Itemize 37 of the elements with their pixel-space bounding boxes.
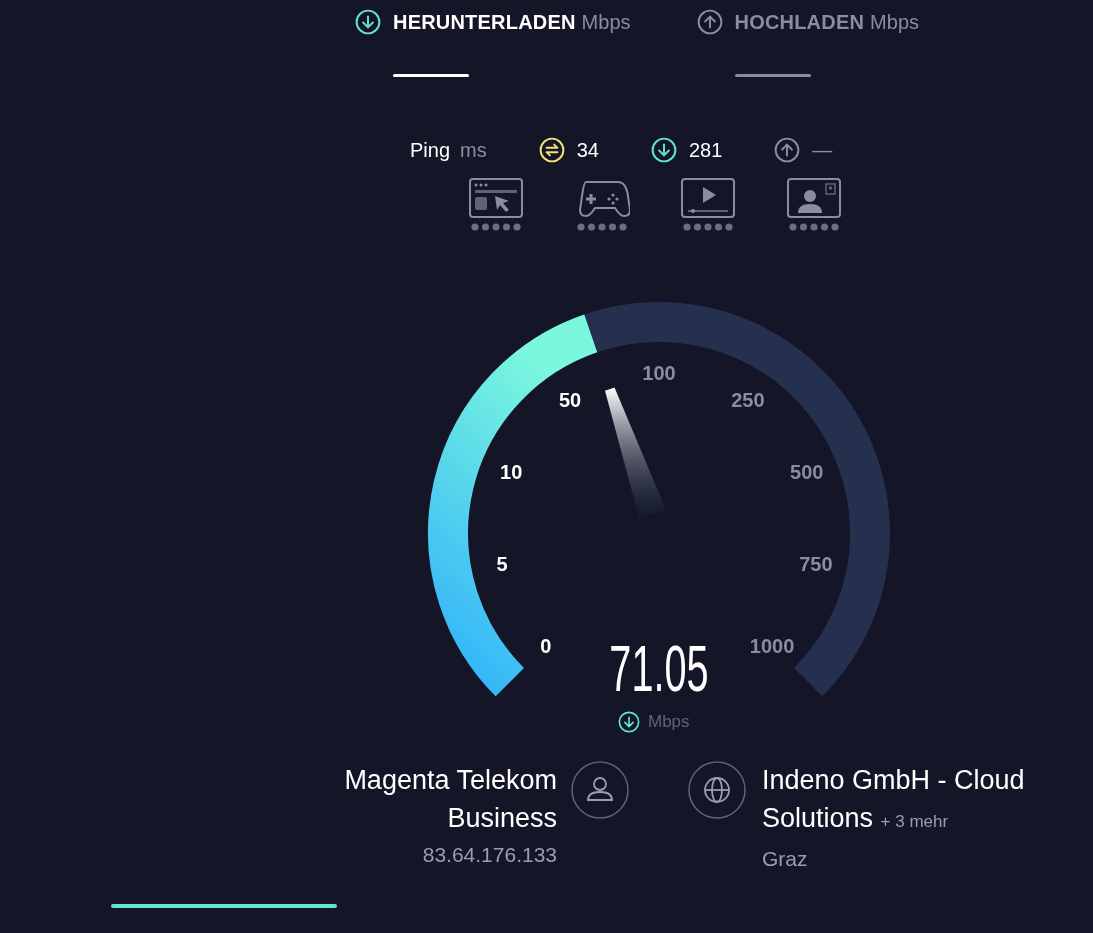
scale-label: 750 — [799, 553, 833, 576]
globe-icon[interactable] — [688, 760, 746, 819]
download-icon — [355, 9, 381, 35]
rating-dots-icon — [471, 223, 521, 231]
download-icon — [650, 137, 677, 163]
server-name[interactable]: Indeno GmbH - Cloud Solutions + 3 mehr — [762, 760, 1082, 841]
download-value: 281 — [688, 138, 723, 163]
speed-tab[interactable]: HERUNTERLADEN Mbps — [355, 8, 631, 77]
video-call-icon — [786, 177, 842, 219]
ping-unit: ms — [460, 138, 487, 163]
latency-value: 34 — [576, 138, 599, 163]
upload-icon — [696, 9, 723, 35]
scale-label: 50 — [558, 389, 582, 411]
scale-label: 1000 — [749, 635, 795, 658]
download-icon — [618, 710, 640, 733]
person-icon[interactable] — [571, 760, 629, 819]
scale-label: 500 — [790, 460, 824, 483]
rating-dots-icon — [577, 223, 627, 231]
scale-label: 5 — [496, 553, 508, 576]
scale-label: 250 — [731, 389, 765, 411]
speed-unit: Mbps — [648, 711, 690, 733]
rating-dots-icon — [683, 223, 733, 231]
ping-label: Ping — [410, 138, 451, 163]
server-location: Graz — [762, 845, 809, 872]
upload-value: — — [812, 138, 833, 163]
speed-tab[interactable]: HOCHLADEN Mbps — [696, 8, 919, 77]
scale-label: 10 — [500, 460, 523, 483]
upload-icon — [774, 137, 801, 163]
scale-label: 100 — [642, 362, 676, 384]
ping-icon — [538, 137, 565, 163]
ip-address: 83.64.176.133 — [422, 841, 557, 868]
video-player-icon — [680, 177, 736, 219]
scale-label: 0 — [540, 635, 552, 658]
provider-name: Magenta Telekom Business — [343, 763, 557, 835]
rating-dots-icon — [789, 223, 839, 231]
speed-reading: 71.05 — [609, 633, 709, 701]
browser-window-icon — [468, 177, 524, 219]
